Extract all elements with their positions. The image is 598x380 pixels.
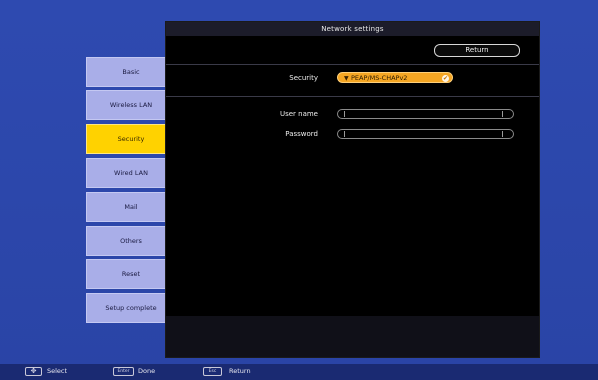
field-edge-left bbox=[344, 131, 345, 137]
menu-item-others[interactable]: Others bbox=[86, 226, 176, 256]
username-field[interactable] bbox=[337, 109, 514, 119]
help-bar: ✥ Select Enter Done Esc Return bbox=[0, 364, 598, 380]
security-value: PEAP/MS-CHAPv2 bbox=[351, 74, 408, 82]
password-field[interactable] bbox=[337, 129, 514, 139]
menu-item-basic[interactable]: Basic bbox=[86, 57, 176, 87]
menu-item-label: Others bbox=[120, 237, 142, 245]
dropdown-arrow-icon: ▼ bbox=[344, 75, 349, 82]
menu-item-label: Wired LAN bbox=[114, 169, 148, 177]
field-edge-right bbox=[502, 131, 503, 137]
menu-item-reset[interactable]: Reset bbox=[86, 259, 176, 289]
menu-item-label: Mail bbox=[124, 203, 138, 211]
network-settings-panel: Network settings Return Security ▼ PEAP/… bbox=[165, 21, 540, 358]
help-return-label: Return bbox=[229, 367, 251, 375]
field-edge-left bbox=[344, 111, 345, 117]
directional-pad-icon: ✥ bbox=[25, 367, 42, 376]
panel-title: Network settings bbox=[166, 22, 539, 36]
divider bbox=[166, 96, 539, 97]
help-select-label: Select bbox=[47, 367, 68, 375]
menu-item-label: Setup complete bbox=[105, 304, 157, 312]
menu-item-label: Security bbox=[117, 135, 145, 143]
menu-item-label: Reset bbox=[121, 270, 141, 278]
password-label: Password bbox=[285, 130, 318, 138]
menu-item-label: Wireless LAN bbox=[109, 101, 153, 109]
menu-item-setup-complete[interactable]: Setup complete bbox=[86, 293, 176, 323]
username-label: User name bbox=[279, 110, 318, 118]
menu-item-label: Basic bbox=[122, 68, 140, 76]
esc-key-icon: Esc bbox=[203, 367, 222, 376]
divider bbox=[166, 64, 539, 65]
panel-footer-area bbox=[166, 316, 539, 357]
menu-item-security[interactable]: Security bbox=[86, 124, 176, 154]
menu-item-wired-lan[interactable]: Wired LAN bbox=[86, 158, 176, 188]
help-done-label: Done bbox=[138, 367, 156, 375]
menu-item-wireless-lan[interactable]: Wireless LAN bbox=[86, 90, 176, 120]
confirm-check-icon: ✔ bbox=[442, 75, 449, 82]
enter-key-icon: Enter bbox=[113, 367, 134, 376]
security-label: Security bbox=[289, 74, 318, 82]
return-button[interactable]: Return bbox=[434, 44, 520, 57]
security-select[interactable]: ▼ PEAP/MS-CHAPv2 ✔ bbox=[337, 72, 453, 83]
projector-screen: Basic Wireless LAN Security Wired LAN Ma… bbox=[0, 0, 598, 380]
field-edge-right bbox=[502, 111, 503, 117]
menu-item-mail[interactable]: Mail bbox=[86, 192, 176, 222]
